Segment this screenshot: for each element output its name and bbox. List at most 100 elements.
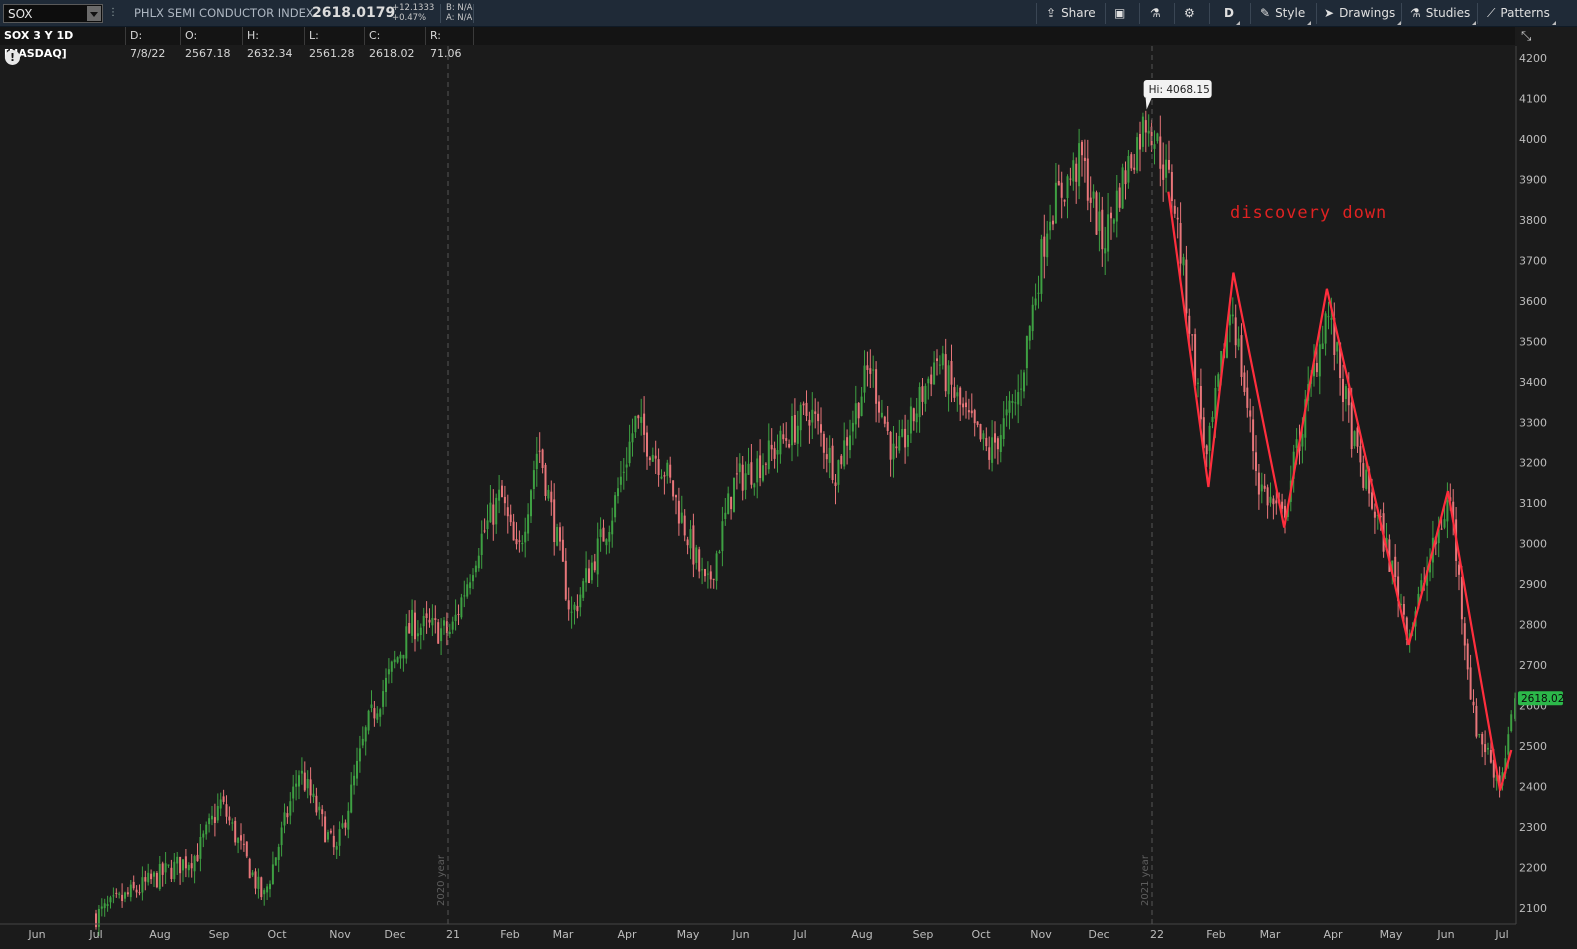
- candle-body: [1205, 445, 1208, 455]
- candle-body: [817, 413, 820, 422]
- candle-body: [1176, 217, 1179, 220]
- candle-body: [1368, 468, 1371, 494]
- candle-body: [382, 691, 385, 707]
- price-chart[interactable]: 2100 2200 2300 2400 2500 2600 2700 2800 2900 3000…: [0, 0, 1577, 949]
- candle-body: [1150, 126, 1153, 146]
- symbol-selector[interactable]: SOX: [3, 4, 103, 23]
- candle-body: [425, 613, 428, 618]
- candle-body: [738, 463, 741, 473]
- candle-body: [402, 654, 405, 659]
- candle-body: [936, 358, 938, 361]
- candle-body: [1402, 604, 1405, 615]
- candle-body: [1458, 564, 1460, 575]
- candle-body: [1153, 144, 1156, 149]
- candle-body: [657, 459, 660, 475]
- candle-body: [718, 551, 721, 554]
- candle-body: [1286, 504, 1289, 517]
- divider: [1174, 3, 1175, 24]
- candle-body: [561, 539, 564, 562]
- studies-button[interactable]: ⚗ Studies: [1410, 5, 1477, 25]
- candle-body: [1353, 431, 1356, 446]
- candle-body: [306, 779, 309, 789]
- symbol-text[interactable]: SOX: [8, 7, 33, 21]
- high-label-pointer: [1145, 98, 1152, 110]
- price-tick-label: 2800: [1519, 619, 1547, 632]
- candle-body: [376, 713, 379, 720]
- candle-body: [277, 846, 280, 860]
- candle-body: [1188, 315, 1191, 334]
- candle-body: [686, 539, 689, 546]
- share-button[interactable]: ⇪ Share: [1046, 5, 1096, 22]
- candle-body: [1263, 485, 1266, 489]
- candle-body: [469, 582, 472, 589]
- candle-body: [495, 497, 498, 525]
- camera-icon: ▣: [1114, 6, 1126, 20]
- candle-body: [164, 863, 167, 873]
- style-button[interactable]: ✎ Style: [1260, 5, 1312, 25]
- candle-body: [1165, 159, 1168, 178]
- candle-body: [564, 560, 567, 600]
- candle-body: [811, 409, 814, 423]
- candle-body: [878, 401, 880, 413]
- candle-body: [1501, 772, 1504, 786]
- candle-body: [883, 416, 886, 424]
- candle-body: [822, 433, 825, 453]
- candle-body: [1356, 427, 1359, 447]
- candle-body: [184, 856, 187, 869]
- candle-body: [767, 440, 770, 470]
- candle-body: [683, 515, 686, 536]
- price-axis: 2100 2200 2300 2400 2500 2600 2700 2800 2900 3000…: [1515, 27, 1577, 949]
- alert-icon[interactable]: !: [5, 50, 20, 65]
- candle-body: [1284, 505, 1286, 518]
- candle-body: [1281, 501, 1284, 509]
- link-icon[interactable]: ⋮: [108, 6, 118, 20]
- candle-body: [1342, 379, 1344, 402]
- candle-body: [356, 760, 358, 779]
- candle-body: [199, 837, 202, 859]
- candle-body: [451, 621, 454, 630]
- price-tick-label: 2200: [1519, 861, 1547, 874]
- snapshot-button[interactable]: ▣: [1114, 5, 1130, 22]
- candle-body: [730, 497, 733, 510]
- time-tick-label: Nov: [329, 928, 351, 941]
- time-tick-label: May: [677, 928, 700, 941]
- flask-button[interactable]: ⚗: [1150, 5, 1166, 22]
- symbol-description: PHLX SEMI CONDUCTOR INDEX: [134, 6, 314, 20]
- candle-body: [1371, 492, 1373, 509]
- candle-body: [967, 410, 970, 413]
- candle-body: [286, 813, 289, 818]
- candle-body: [677, 500, 680, 524]
- divider: [1401, 3, 1402, 24]
- patterns-button[interactable]: ⟋ Patterns: [1487, 5, 1556, 25]
- candle-body: [872, 369, 875, 371]
- aggregation-button[interactable]: D: [1224, 5, 1240, 25]
- cursor-icon: ➤: [1324, 6, 1335, 20]
- candle-body: [213, 817, 216, 823]
- candle-body: [193, 856, 196, 872]
- candle-body: [654, 455, 657, 459]
- settings-button[interactable]: ⚙: [1184, 5, 1200, 22]
- candle-body: [1429, 562, 1431, 573]
- candle-body: [1269, 496, 1272, 503]
- candle-body: [640, 417, 643, 423]
- candle-body: [245, 841, 248, 857]
- candle-body: [1275, 500, 1278, 504]
- candle-body: [582, 581, 585, 598]
- time-tick-label: Mar: [553, 928, 574, 941]
- candle-body: [121, 894, 124, 901]
- chevron-down-icon[interactable]: [87, 6, 101, 21]
- candle-body: [234, 820, 237, 843]
- drawings-button[interactable]: ➤ Drawings: [1324, 5, 1402, 25]
- candle-body: [271, 864, 274, 884]
- overlays-layer: 2020 year 2021 year discovery down Hi: 4068…: [436, 46, 1513, 924]
- candle-body: [1017, 392, 1020, 405]
- candle-body: [1228, 314, 1231, 326]
- time-tick-label: Apr: [1323, 928, 1343, 941]
- axis-settings-icon: ⤡: [1521, 29, 1532, 44]
- high-value: H: 2632.34: [243, 27, 305, 60]
- candle-body: [982, 433, 985, 440]
- time-tick-label: Jul: [1494, 928, 1508, 941]
- candle-body: [222, 796, 225, 802]
- candle-body: [1118, 187, 1121, 208]
- candle-body: [501, 485, 503, 497]
